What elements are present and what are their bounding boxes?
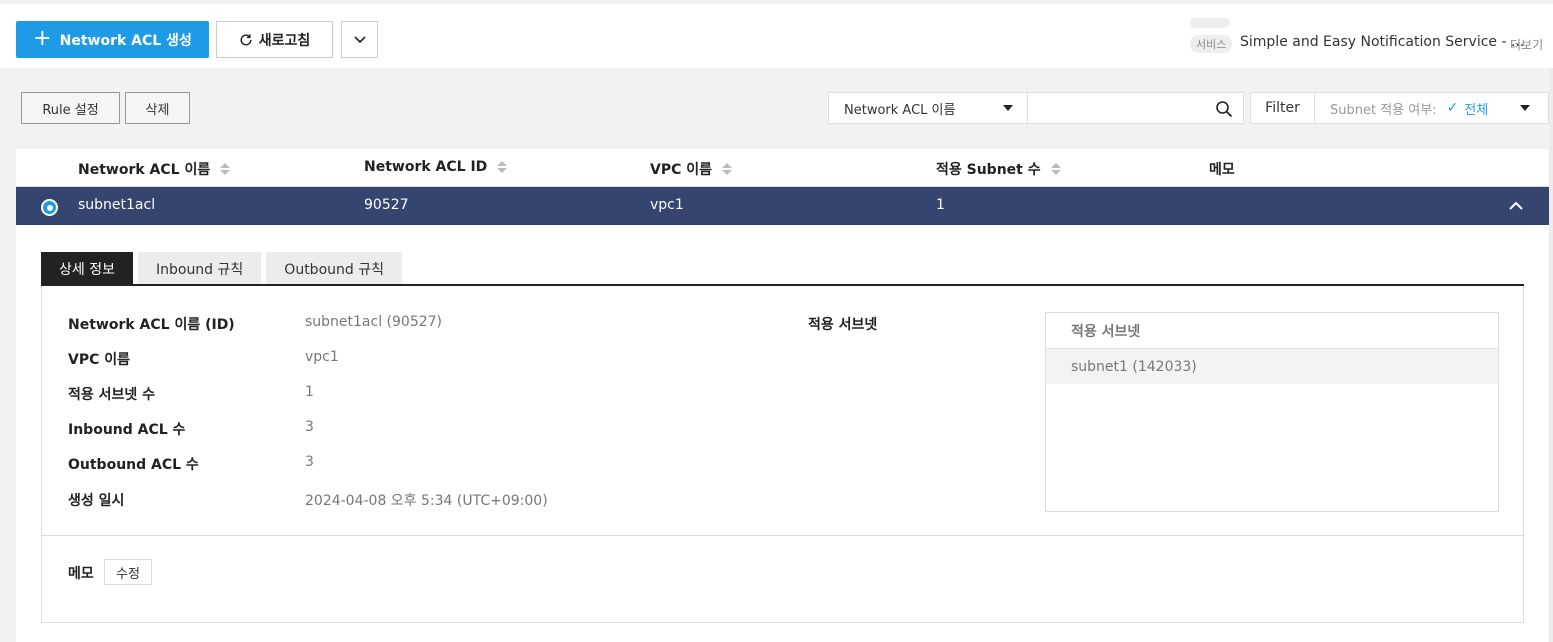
sort-icon: [722, 163, 733, 175]
detail-tabs: 상세 정보 Inbound 규칙 Outbound 규칙: [41, 252, 402, 285]
plus-icon: +: [33, 25, 52, 51]
detail-value-acl-name: subnet1acl (90527): [305, 314, 443, 330]
create-network-acl-button[interactable]: + Network ACL 생성: [16, 21, 209, 58]
detail-label-inbound-count: Inbound ACL 수: [68, 422, 186, 438]
sort-icon: [497, 161, 508, 173]
detail-label-outbound-count: Outbound ACL 수: [68, 457, 199, 473]
top-toolbar: + Network ACL 생성 새로고침 서비스 Simple and Eas…: [0, 0, 1553, 68]
column-header-id[interactable]: Network ACL ID: [364, 159, 508, 175]
sort-icon: [220, 163, 231, 175]
cell-name: subnet1acl: [78, 197, 156, 213]
column-header-memo: 메모: [1209, 159, 1235, 179]
column-header-label: VPC 이름: [650, 162, 713, 178]
search-field-select[interactable]: Network ACL 이름: [828, 92, 1028, 124]
notice-more-link[interactable]: 더보기: [1510, 36, 1543, 53]
detail-value-created-at: 2024-04-08 오후 5:34 (UTC+09:00): [305, 493, 548, 509]
row-radio[interactable]: [41, 199, 58, 216]
tab-outbound-rules[interactable]: Outbound 규칙: [266, 252, 402, 285]
detail-label-created-at: 생성 일시: [68, 493, 125, 509]
subnet-applied-filter[interactable]: Subnet 적용 여부: ✓ 전체: [1314, 92, 1549, 124]
detail-value-outbound-count: 3: [305, 454, 314, 470]
notice-ghost: [1190, 18, 1230, 28]
refresh-button[interactable]: 새로고침: [216, 21, 333, 58]
detail-label-subnet-count: 적용 서브넷 수: [68, 387, 156, 403]
delete-button[interactable]: 삭제: [125, 92, 190, 124]
column-header-label: 적용 Subnet 수: [936, 162, 1041, 178]
column-header-label: 메모: [1209, 162, 1235, 178]
column-header-label: Network ACL 이름: [78, 162, 211, 178]
search-input[interactable]: [1028, 92, 1244, 124]
chevron-up-icon[interactable]: [1507, 197, 1525, 215]
detail-value-vpc: vpc1: [305, 349, 339, 365]
memo-edit-button[interactable]: 수정: [104, 559, 152, 585]
applied-subnets-label: 적용 서브넷: [808, 317, 878, 333]
tab-inbound-rules[interactable]: Inbound 규칙: [137, 252, 262, 285]
subnet-filter-label: Subnet 적용 여부:: [1330, 102, 1437, 118]
table-row[interactable]: subnet1acl 90527 vpc1 1: [16, 187, 1549, 225]
detail-label-vpc: VPC 이름: [68, 352, 131, 368]
caret-down-icon: [1520, 105, 1530, 111]
tab-details[interactable]: 상세 정보: [41, 252, 133, 285]
refresh-icon: [240, 33, 252, 45]
detail-value-subnet-count: 1: [305, 384, 314, 400]
notice-link[interactable]: Simple and Easy Notification Service - .…: [1240, 34, 1524, 50]
detail-label-acl-name: Network ACL 이름 (ID): [68, 317, 235, 333]
detail-panel: Network ACL 이름 (ID) subnet1acl (90527) V…: [41, 286, 1524, 623]
table-header: Network ACL 이름 Network ACL ID VPC 이름 적용 …: [16, 149, 1549, 187]
divider: [42, 535, 1523, 536]
check-icon: ✓: [1446, 100, 1459, 116]
cell-vpc: vpc1: [650, 197, 684, 213]
list-item: subnet1 (142033): [1046, 349, 1498, 384]
cell-subnet-count: 1: [936, 197, 945, 213]
filter-button[interactable]: Filter: [1250, 92, 1315, 124]
notice-badge: 서비스: [1190, 35, 1233, 53]
scrollbar-track[interactable]: [1549, 68, 1553, 642]
sort-icon: [1050, 163, 1061, 175]
search-icon[interactable]: [1215, 100, 1233, 118]
column-header-label: Network ACL ID: [364, 159, 488, 175]
rule-settings-button[interactable]: Rule 설정: [21, 92, 120, 124]
refresh-label: 새로고침: [258, 32, 311, 49]
applied-subnets-header: 적용 서브넷: [1046, 313, 1498, 349]
more-options-button[interactable]: [341, 21, 378, 58]
search-field-value: Network ACL 이름: [844, 102, 956, 118]
column-header-vpc[interactable]: VPC 이름: [650, 159, 733, 179]
memo-label: 메모: [68, 566, 94, 582]
detail-value-inbound-count: 3: [305, 419, 314, 435]
cell-id: 90527: [364, 197, 409, 213]
network-acl-table: Network ACL 이름 Network ACL ID VPC 이름 적용 …: [16, 149, 1549, 642]
applied-subnets-list: 적용 서브넷 subnet1 (142033): [1045, 312, 1499, 512]
chevron-down-icon: [353, 35, 366, 43]
create-network-acl-label: Network ACL 생성: [59, 32, 192, 49]
column-header-name[interactable]: Network ACL 이름: [78, 159, 231, 179]
subnet-filter-value: 전체: [1464, 102, 1489, 118]
caret-down-icon: [1003, 105, 1013, 111]
column-header-subnet-count[interactable]: 적용 Subnet 수: [936, 159, 1061, 179]
